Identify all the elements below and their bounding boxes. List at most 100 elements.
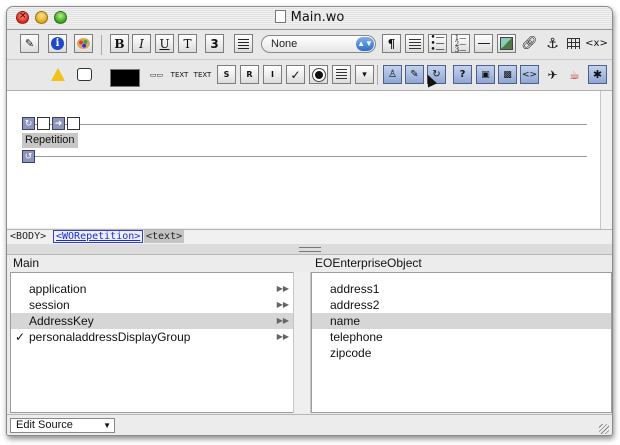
color-swatch[interactable] — [110, 69, 140, 87]
image-element-icon: ▣ — [481, 69, 490, 80]
path-item-text[interactable]: <text> — [144, 230, 185, 243]
image-button-icon: I — [271, 70, 274, 79]
window-title: Main.wo — [7, 10, 612, 25]
horizontal-rule-icon — [477, 43, 490, 44]
component-icon — [77, 68, 92, 81]
bold-button[interactable]: B — [110, 34, 129, 53]
popup-list-tool[interactable]: ▾ — [355, 65, 374, 84]
list-item[interactable]: zipcode — [312, 345, 611, 361]
java-tool[interactable]: ☕︎ — [565, 65, 584, 84]
edit-mode-popup[interactable]: Edit Source ▼ — [10, 418, 115, 433]
browser-column-scrollbar[interactable] — [293, 272, 311, 413]
list-item-label: telephone — [330, 330, 383, 344]
active-image-tool[interactable]: ▩ — [498, 65, 517, 84]
text-area-button[interactable]: TEXT — [193, 65, 212, 84]
title-bar[interactable]: × Main.wo — [7, 7, 612, 30]
browser-list-icon — [336, 69, 347, 80]
popup-list-icon: ▾ — [362, 69, 367, 80]
submit-button-tool[interactable]: S — [217, 65, 236, 84]
bullet-list-icon: •— •— •— — [430, 32, 445, 55]
browser-list-tool[interactable] — [332, 65, 351, 84]
resize-grip-icon[interactable] — [599, 424, 609, 434]
palette-button[interactable] — [74, 34, 93, 53]
line-break-button[interactable] — [405, 34, 424, 53]
separator — [377, 65, 378, 85]
italic-button[interactable]: I — [132, 34, 151, 53]
list-item-label: personaladdressDisplayGroup — [29, 330, 191, 344]
radio-button-tool[interactable] — [309, 65, 328, 84]
generic-element-tool[interactable]: ✱ — [588, 65, 607, 84]
repetition-label[interactable]: Repetition — [22, 133, 78, 148]
checkbox-icon: ✓ — [290, 67, 301, 82]
table-button[interactable] — [564, 34, 583, 53]
pencil-icon: ✎ — [410, 69, 419, 80]
numbered-list-button[interactable]: 1— 2— 3— — [451, 34, 470, 53]
expand-arrow-icon: ▶▶ — [276, 284, 289, 293]
align-button[interactable] — [234, 34, 253, 53]
typewriter-button[interactable]: T — [178, 34, 197, 53]
list-item[interactable]: address2 — [312, 297, 611, 313]
main-window: × Main.wo ✎ i B I U T 3 None ▲▼ ¶ •— •— •— … — [6, 6, 613, 436]
submit-icon: S — [223, 70, 230, 79]
form-button[interactable]: ▭▭ — [147, 65, 166, 84]
horizontal-rule-button[interactable] — [474, 34, 493, 53]
check-icon: ✓ — [15, 330, 26, 344]
info-icon: i — [51, 37, 64, 50]
string-tool[interactable]: ✎ — [405, 65, 424, 84]
question-icon: ? — [459, 69, 466, 80]
status-bar: Edit Source ▼ — [7, 414, 612, 435]
image-element-tool[interactable]: ▣ — [476, 65, 495, 84]
reset-button-tool[interactable]: R — [240, 65, 259, 84]
underline-button[interactable]: U — [155, 34, 174, 53]
component-button[interactable] — [75, 65, 94, 84]
inspector-button[interactable]: ✎ — [20, 34, 39, 53]
editor-vertical-scrollbar[interactable] — [600, 91, 612, 229]
list-item-selected[interactable]: name — [312, 313, 611, 329]
checkbox-tool[interactable]: ✓ — [286, 65, 305, 84]
anchor-icon: ⚓︎ — [546, 35, 559, 52]
list-item-selected[interactable]: AddressKey ▶▶ — [11, 313, 293, 329]
custom-element-tool[interactable]: <> — [520, 65, 539, 84]
paragraph-button[interactable]: ¶ — [382, 34, 401, 53]
style-popup-value: None — [271, 38, 298, 50]
active-image-icon: ▩ — [503, 69, 512, 80]
list-item[interactable]: session ▶▶ — [11, 297, 293, 313]
path-item-body[interactable]: <BODY> — [8, 230, 48, 243]
html-editor-canvas[interactable] — [7, 91, 600, 228]
popup-arrows-icon: ▲▼ — [356, 37, 374, 51]
help-tool[interactable]: ? — [453, 65, 472, 84]
format-toolbar: ✎ i B I U T 3 None ▲▼ ¶ •— •— •— 1— 2— 3— 🔗︎ … — [7, 30, 612, 60]
list-item[interactable]: application ▶▶ — [11, 281, 293, 297]
separator — [101, 35, 102, 55]
list-item[interactable]: ✓ personaladdressDisplayGroup ▶▶ — [11, 329, 293, 345]
heading-button[interactable]: 3 — [205, 34, 224, 53]
link-icon: 🔗︎ — [521, 36, 538, 51]
path-item-worepetition[interactable]: <WORepetition> — [53, 230, 144, 243]
pin-tool[interactable]: ✈ — [543, 65, 562, 84]
info-button[interactable]: i — [48, 34, 67, 53]
repetition-start-icon: ↻ — [22, 117, 35, 130]
embed-tag-button[interactable]: <x> — [585, 34, 608, 53]
coffee-cup-icon: ☕︎ — [569, 67, 580, 82]
conditional-tool[interactable]: ♙ — [383, 65, 402, 84]
bullet-list-button[interactable]: •— •— •— — [428, 32, 447, 55]
expand-arrow-icon: ▶▶ — [276, 316, 289, 325]
style-popup[interactable]: None ▲▼ — [261, 35, 376, 53]
anchor-button[interactable]: ⚓︎ — [543, 34, 562, 53]
pen-icon: ✎ — [24, 37, 35, 50]
text-field-button[interactable]: TEXT — [170, 65, 189, 84]
repetition-box[interactable] — [67, 117, 80, 130]
warning-button[interactable] — [48, 65, 67, 84]
list-item[interactable]: address1 — [312, 281, 611, 297]
link-button[interactable]: 🔗︎ — [520, 34, 539, 53]
line-break-icon — [408, 38, 421, 49]
image-button-tool[interactable]: I — [263, 65, 282, 84]
repetition-element-header[interactable]: ↻ ➜ — [22, 117, 80, 130]
text-field-icon: TEXT — [170, 70, 189, 79]
repetition-box[interactable] — [37, 117, 50, 130]
list-item[interactable]: telephone — [312, 329, 611, 345]
divider — [31, 156, 587, 157]
split-view-divider[interactable] — [7, 244, 612, 255]
window-title-text: Main.wo — [290, 10, 345, 25]
image-button[interactable] — [497, 34, 516, 53]
